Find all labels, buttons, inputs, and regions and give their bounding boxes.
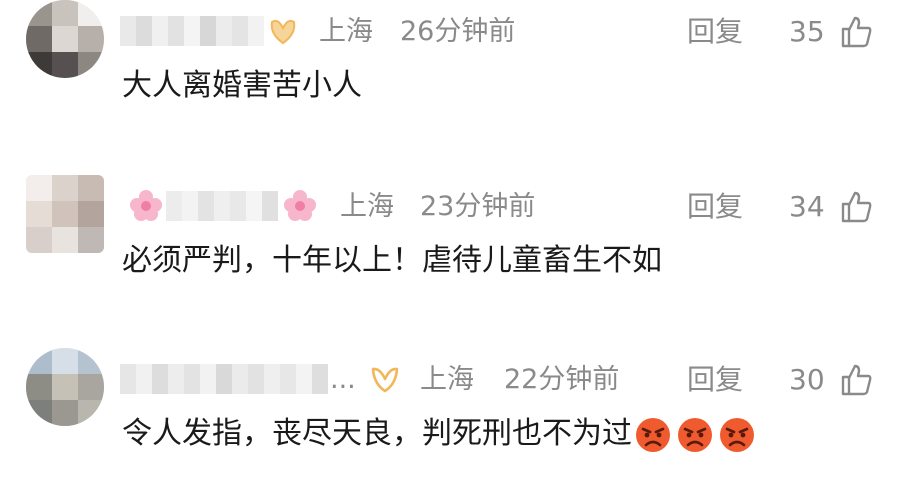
comment-item: 上海 23分钟前 回复 34 必须严判，十年以上！虐待儿童畜生不如	[0, 175, 900, 305]
avatar[interactable]	[26, 348, 104, 426]
angry-face-icon	[636, 417, 670, 452]
avatar-mosaic	[26, 0, 104, 78]
username-ellipsis: ...	[330, 364, 356, 395]
comment-time: 26分钟前	[400, 16, 516, 47]
thumbs-up-icon[interactable]	[838, 14, 874, 50]
vip-badge-icon	[371, 367, 399, 393]
angry-face-icon	[678, 417, 712, 452]
comment-text: 令人发指，丧尽天良，判死刑也不为过	[122, 412, 756, 456]
avatar-mosaic	[26, 175, 104, 253]
username-blurred[interactable]	[166, 191, 278, 221]
emoji-row	[634, 416, 756, 454]
comment-location: 上海	[420, 364, 474, 395]
username-blurred[interactable]	[120, 364, 328, 394]
flower-badge-icon	[130, 190, 162, 221]
thumbs-up-icon[interactable]	[838, 362, 874, 398]
reply-button[interactable]: 回复	[687, 189, 743, 225]
reply-button[interactable]: 回复	[687, 14, 743, 50]
avatar[interactable]	[26, 0, 104, 78]
comment-item: ... 上海 22分钟前 回复 30 令人发指，丧尽天良，判死刑也不为过	[0, 348, 900, 478]
like-count: 35	[789, 15, 825, 48]
comment-time: 23分钟前	[420, 191, 536, 222]
comment-text: 必须严判，十年以上！虐待儿童畜生不如	[122, 243, 662, 278]
like-count: 34	[789, 190, 825, 223]
reply-button[interactable]: 回复	[687, 362, 743, 398]
avatar-mosaic	[26, 348, 104, 426]
thumbs-up-icon[interactable]	[838, 189, 874, 225]
comment-location: 上海	[340, 191, 394, 222]
comment-item: 上海 26分钟前 回复 35 大人离婚害苦小人	[0, 0, 900, 130]
avatar[interactable]	[26, 175, 104, 253]
username-blurred[interactable]	[120, 16, 264, 46]
comment-time: 22分钟前	[504, 364, 620, 395]
comment-text: 大人离婚害苦小人	[122, 68, 362, 103]
angry-face-icon	[720, 417, 754, 452]
vip-badge-icon	[270, 19, 296, 45]
like-count: 30	[789, 363, 825, 396]
flower-badge-icon	[284, 190, 316, 221]
comment-location: 上海	[319, 16, 373, 47]
